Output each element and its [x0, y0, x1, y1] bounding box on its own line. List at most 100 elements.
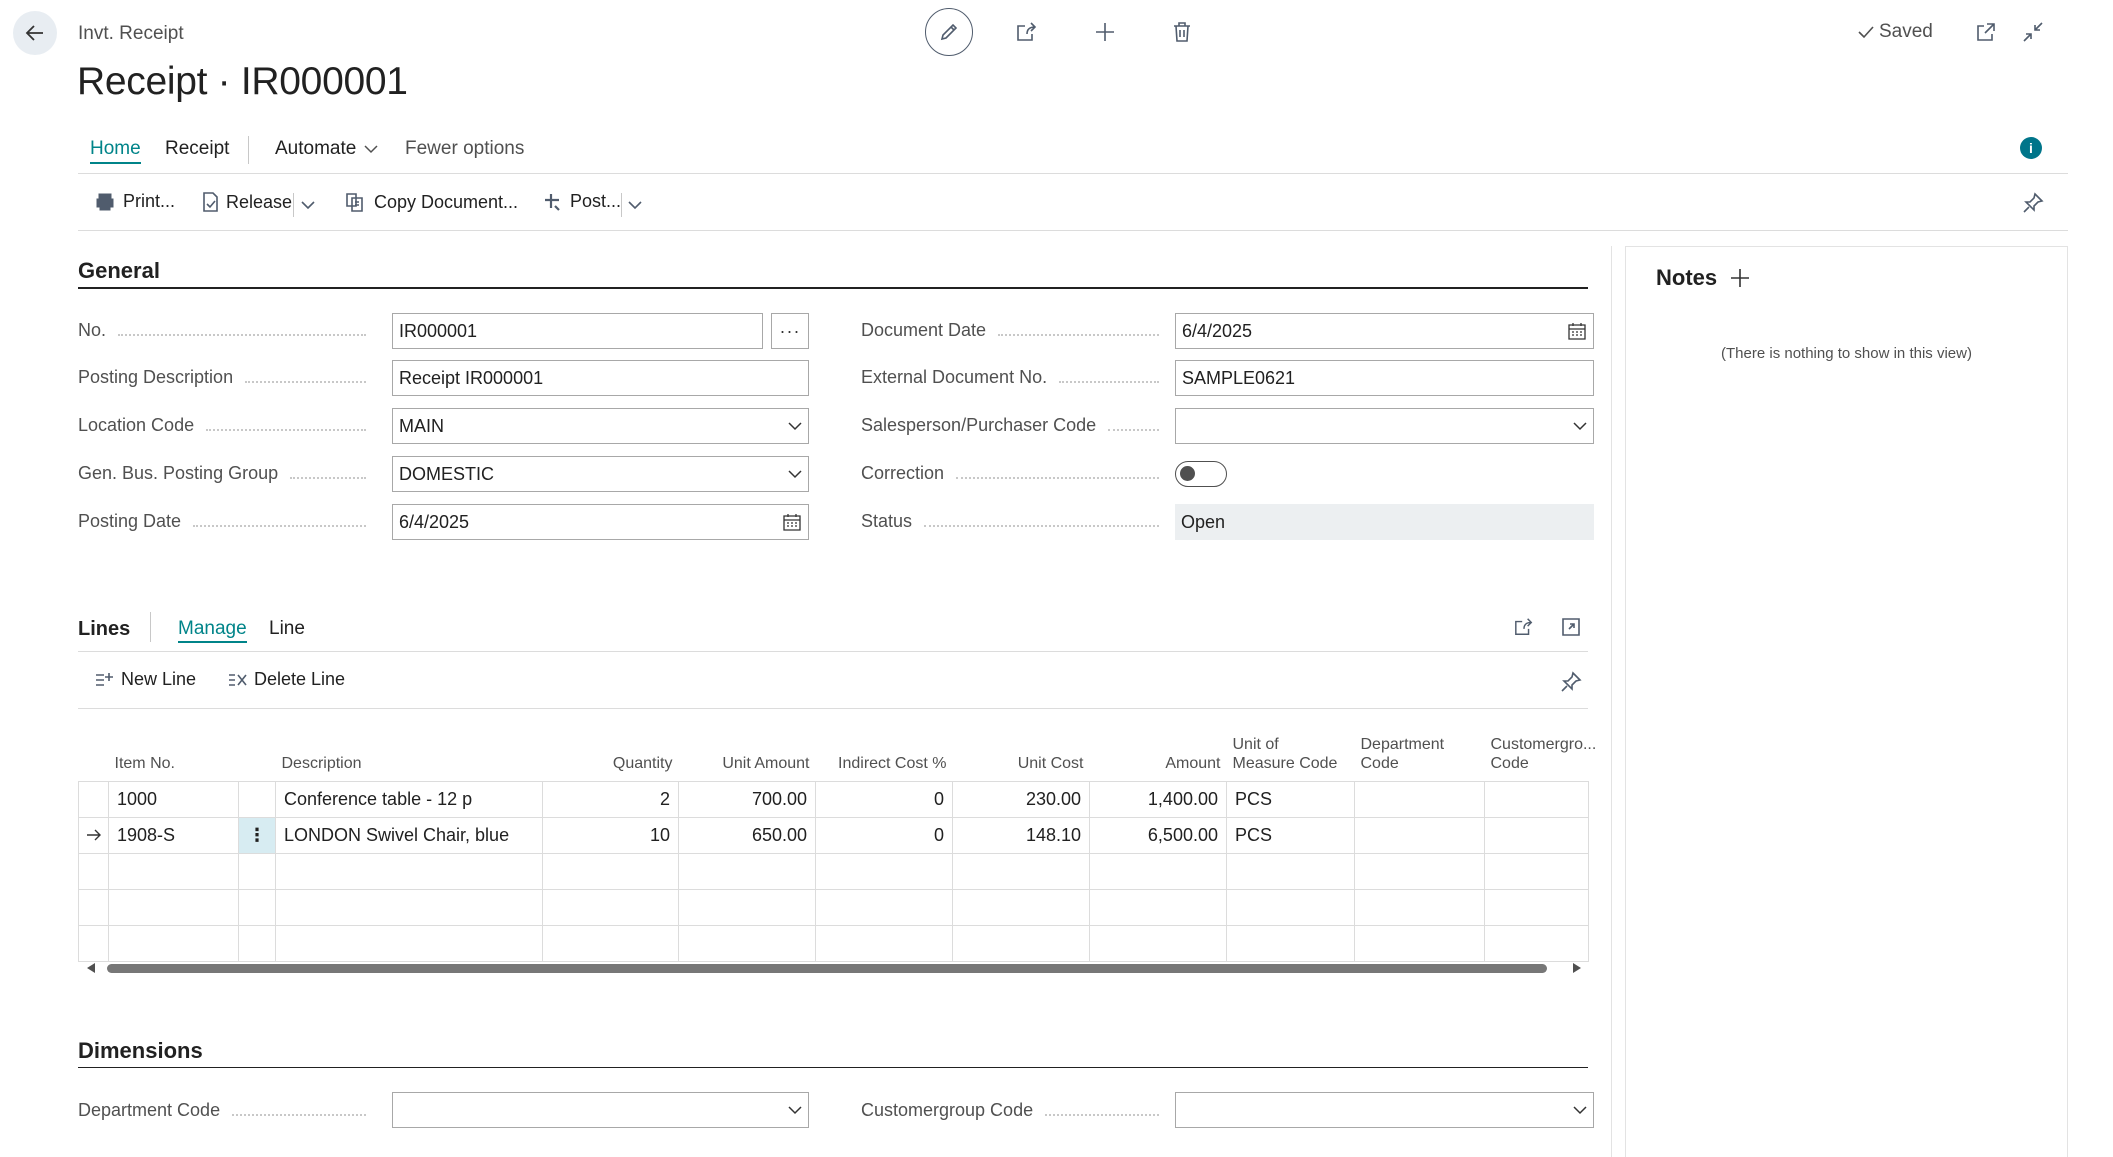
row-actions-menu[interactable]: ⋮ — [238, 816, 276, 854]
new-button[interactable] — [1087, 14, 1123, 50]
empty-cell[interactable] — [1089, 888, 1227, 926]
cell-quantity[interactable]: 2 — [542, 780, 679, 818]
cell-description[interactable]: Conference table - 12 p — [275, 780, 543, 818]
edit-button[interactable] — [925, 8, 973, 56]
empty-cell[interactable] — [238, 888, 276, 926]
empty-cell[interactable] — [815, 924, 953, 962]
empty-cell[interactable] — [1484, 888, 1589, 926]
empty-cell[interactable] — [542, 924, 679, 962]
empty-cell[interactable] — [275, 852, 543, 890]
column-header-indirect-cost[interactable]: Indirect Cost % — [815, 729, 953, 782]
scroll-left-button[interactable] — [82, 959, 100, 977]
cell-uom[interactable]: PCS — [1226, 780, 1355, 818]
no-field[interactable]: IR000001 — [392, 313, 763, 349]
row-selector[interactable] — [78, 816, 109, 854]
info-icon[interactable]: i — [2020, 137, 2042, 159]
row-selector[interactable] — [78, 780, 109, 818]
column-header-amount[interactable]: Amount — [1089, 729, 1227, 782]
cell-customergroup-code[interactable] — [1484, 780, 1589, 818]
cell-unit-cost[interactable]: 230.00 — [952, 780, 1090, 818]
empty-cell[interactable] — [678, 852, 816, 890]
salesperson-purchaser-code-select[interactable] — [1175, 408, 1594, 444]
customergroup-code-select[interactable] — [1175, 1092, 1594, 1128]
empty-cell[interactable] — [275, 888, 543, 926]
delete-button[interactable] — [1164, 14, 1200, 50]
cell-unit-amount[interactable]: 700.00 — [678, 780, 816, 818]
lines-share-button[interactable] — [1509, 612, 1539, 642]
cell-quantity[interactable]: 10 — [542, 816, 679, 854]
posting-description-field[interactable]: Receipt IR000001 — [392, 360, 809, 396]
open-new-window-button[interactable] — [1968, 14, 2004, 50]
gen-bus-posting-group-select[interactable]: DOMESTIC — [392, 456, 809, 492]
post-dropdown-button[interactable] — [624, 193, 646, 217]
cell-description[interactable]: LONDON Swivel Chair, blue — [275, 816, 543, 854]
cell-department-code[interactable] — [1354, 780, 1485, 818]
empty-cell[interactable] — [1484, 924, 1589, 962]
empty-cell[interactable] — [542, 888, 679, 926]
empty-cell[interactable] — [108, 888, 239, 926]
scroll-right-button[interactable] — [1568, 959, 1586, 977]
empty-cell[interactable] — [275, 924, 543, 962]
dimensions-section-title[interactable]: Dimensions — [78, 1038, 203, 1064]
cell-item-no[interactable]: 1908-S — [108, 816, 239, 854]
cell-customergroup-code[interactable] — [1484, 816, 1589, 854]
pin-action-bar-button[interactable] — [2018, 188, 2048, 218]
table-row[interactable]: 1908-S ⋮ LONDON Swivel Chair, blue 10 65… — [78, 816, 1589, 854]
cell-indirect-cost[interactable]: 0 — [815, 816, 953, 854]
location-code-select[interactable]: MAIN — [392, 408, 809, 444]
department-code-select[interactable] — [392, 1092, 809, 1128]
fewer-options-link[interactable]: Fewer options — [405, 138, 524, 160]
document-date-field[interactable]: 6/4/2025 — [1175, 313, 1594, 349]
column-header-customergroup-code[interactable]: Customergro... Code — [1484, 729, 1596, 782]
row-actions-cell[interactable] — [238, 780, 276, 818]
cell-item-no[interactable]: 1000 — [108, 780, 239, 818]
empty-cell[interactable] — [952, 852, 1090, 890]
cell-amount[interactable]: 6,500.00 — [1089, 816, 1227, 854]
row-selector[interactable] — [78, 852, 109, 890]
empty-cell[interactable] — [678, 888, 816, 926]
no-assist-button[interactable]: ··· — [771, 313, 809, 349]
collapse-button[interactable] — [2015, 14, 2051, 50]
empty-cell[interactable] — [1354, 852, 1485, 890]
post-button[interactable]: Post... — [543, 191, 621, 212]
print-button[interactable]: Print... — [94, 191, 175, 212]
cell-indirect-cost[interactable]: 0 — [815, 780, 953, 818]
empty-cell[interactable] — [678, 924, 816, 962]
table-row-empty[interactable] — [78, 924, 1589, 962]
cell-unit-amount[interactable]: 650.00 — [678, 816, 816, 854]
empty-cell[interactable] — [542, 852, 679, 890]
empty-cell[interactable] — [1226, 924, 1355, 962]
tab-receipt[interactable]: Receipt — [165, 138, 229, 160]
empty-cell[interactable] — [1089, 852, 1227, 890]
back-button[interactable] — [13, 11, 57, 55]
release-button[interactable]: Release — [201, 191, 292, 213]
share-button[interactable] — [1009, 14, 1045, 50]
scrollbar-thumb[interactable] — [107, 964, 1547, 973]
column-header-description[interactable]: Description — [275, 729, 543, 782]
lines-pin-button[interactable] — [1556, 667, 1586, 697]
empty-cell[interactable] — [952, 924, 1090, 962]
row-selector[interactable] — [78, 924, 109, 962]
table-row-empty[interactable] — [78, 888, 1589, 926]
copy-document-button[interactable]: Copy Document... — [345, 191, 518, 213]
plus-icon[interactable] — [1729, 267, 1751, 289]
external-document-no-field[interactable]: SAMPLE0621 — [1175, 360, 1594, 396]
delete-line-button[interactable]: Delete Line — [227, 669, 345, 690]
calendar-icon[interactable] — [782, 512, 802, 532]
cell-department-code[interactable] — [1354, 816, 1485, 854]
empty-cell[interactable] — [1484, 852, 1589, 890]
new-line-button[interactable]: New Line — [94, 669, 196, 690]
empty-cell[interactable] — [238, 924, 276, 962]
column-header-unit-amount[interactable]: Unit Amount — [678, 729, 816, 782]
column-header-unit-of-measure-code[interactable]: Unit of Measure Code — [1226, 729, 1355, 782]
cell-unit-cost[interactable]: 148.10 — [952, 816, 1090, 854]
empty-cell[interactable] — [1226, 852, 1355, 890]
row-selector[interactable] — [78, 888, 109, 926]
lines-section-title[interactable]: Lines — [78, 618, 130, 641]
empty-cell[interactable] — [1226, 888, 1355, 926]
lines-tab-manage[interactable]: Manage — [178, 618, 247, 643]
release-dropdown-button[interactable] — [297, 193, 319, 217]
notes-title[interactable]: Notes — [1656, 265, 1717, 291]
table-row[interactable]: 1000 Conference table - 12 p 2 700.00 0 … — [78, 780, 1589, 818]
cell-uom[interactable]: PCS — [1226, 816, 1355, 854]
